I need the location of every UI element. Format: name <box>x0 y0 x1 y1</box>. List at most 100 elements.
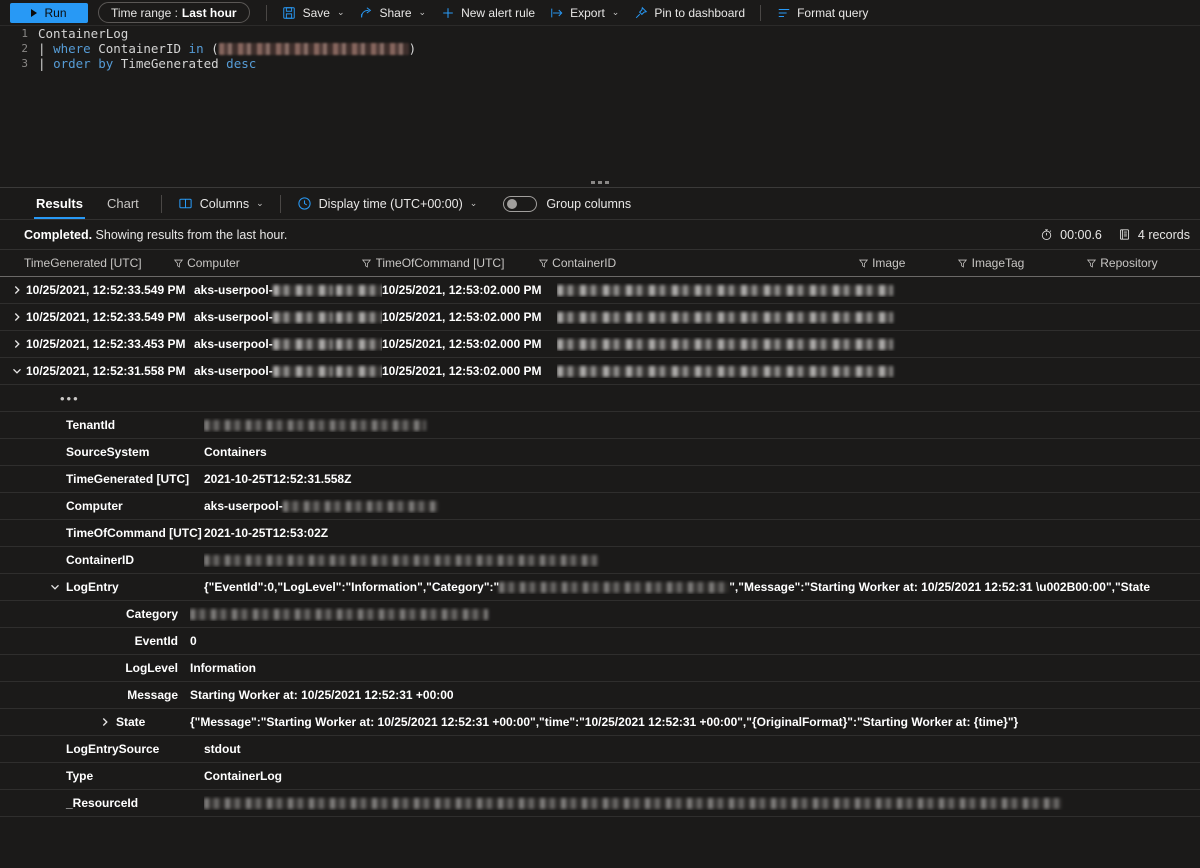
column-header[interactable]: Computer <box>187 250 357 277</box>
panel-splitter[interactable] <box>0 178 1200 188</box>
query-line[interactable]: 1ContainerLog <box>0 26 1200 41</box>
export-label: Export <box>570 6 605 20</box>
format-query-label: Format query <box>797 6 868 20</box>
save-button[interactable]: Save ⌄ <box>275 2 352 24</box>
detail-field-name: _ResourceId <box>66 796 196 810</box>
column-header[interactable]: ImageTag <box>972 250 1083 277</box>
columns-button[interactable]: Columns ⌄ <box>172 192 270 216</box>
pin-to-dashboard-button[interactable]: Pin to dashboard <box>626 2 752 24</box>
column-filter-icon[interactable] <box>954 258 972 269</box>
column-header-label: Image <box>872 256 905 270</box>
line-number: 2 <box>0 41 38 56</box>
time-range-picker[interactable]: Time range : Last hour <box>98 2 250 23</box>
detail-field-value <box>204 553 1200 567</box>
splitter-grip-icon <box>591 181 609 184</box>
row-collapse-chevron-down-icon[interactable] <box>8 366 26 376</box>
redacted-value <box>190 609 488 620</box>
group-columns-toggle[interactable] <box>503 196 537 212</box>
row-expand-chevron-right-icon[interactable] <box>8 312 26 322</box>
cell-container-id <box>557 364 897 378</box>
redacted-value <box>336 339 382 350</box>
detail-row[interactable]: State{"Message":"Starting Worker at: 10/… <box>0 709 1200 736</box>
cell-time-generated: 10/25/2021, 12:52:33.453 PM <box>26 337 194 351</box>
detail-field-value: Containers <box>204 445 1200 459</box>
column-filter-icon[interactable] <box>358 258 376 269</box>
redacted-value <box>273 312 333 323</box>
query-line[interactable]: 3| order by TimeGenerated desc <box>0 56 1200 71</box>
export-button[interactable]: Export ⌄ <box>542 2 626 24</box>
detail-field-value: 2021-10-25T12:53:02Z <box>204 526 1200 540</box>
query-token: ) <box>409 41 417 56</box>
export-chevron-down-icon[interactable]: ⌄ <box>612 7 620 18</box>
column-header[interactable]: Image <box>872 250 954 277</box>
query-token: in <box>189 41 204 56</box>
query-editor[interactable]: 1ContainerLog2| where ContainerID in ()3… <box>0 26 1200 178</box>
save-chevron-down-icon[interactable]: ⌄ <box>337 7 345 18</box>
detail-field-value: ContainerLog <box>204 769 1200 783</box>
status-metrics: 00:00.6 4 records <box>1040 228 1190 242</box>
detail-row: ContainerID <box>0 547 1200 574</box>
detail-field-name: LogEntry <box>66 580 196 594</box>
column-header[interactable]: Repository <box>1100 250 1200 277</box>
column-header[interactable]: TimeOfCommand [UTC] <box>376 250 535 277</box>
results-toolbar: Results Chart Columns ⌄ Display time (UT… <box>0 188 1200 220</box>
query-token: order by <box>53 56 113 71</box>
detail-field-value: stdout <box>204 742 1200 756</box>
table-row[interactable]: 10/25/2021, 12:52:31.558 PMaks-userpool-… <box>0 358 1200 385</box>
query-line-text: | order by TimeGenerated desc <box>38 56 256 71</box>
share-button[interactable]: Share ⌄ <box>352 2 434 24</box>
tab-results-label: Results <box>36 196 83 211</box>
redacted-value <box>336 285 382 296</box>
detail-field-value: {"EventId":0,"LogLevel":"Information","C… <box>204 580 1200 594</box>
share-chevron-down-icon[interactable]: ⌄ <box>419 7 427 18</box>
detail-row-log-entry[interactable]: LogEntry {"EventId":0,"LogLevel":"Informa… <box>0 574 1200 601</box>
detail-field-name: State <box>116 715 178 729</box>
computer-prefix: aks-userpool- <box>194 364 273 378</box>
query-token: | <box>38 56 53 71</box>
detail-field-name: TimeGenerated [UTC] <box>66 472 196 486</box>
column-header-label: ContainerID <box>552 256 616 270</box>
table-row[interactable]: 10/25/2021, 12:52:33.549 PMaks-userpool-… <box>0 304 1200 331</box>
record-count-value: 4 records <box>1138 228 1190 242</box>
cell-time-generated: 10/25/2021, 12:52:33.549 PM <box>26 310 194 324</box>
display-time-button[interactable]: Display time (UTC+00:00) ⌄ <box>291 192 484 216</box>
column-filter-icon[interactable] <box>854 258 872 269</box>
detail-row: Message Starting Worker at: 10/25/2021 12… <box>0 682 1200 709</box>
column-header[interactable]: ContainerID <box>552 250 854 277</box>
tab-chart-label: Chart <box>107 196 139 211</box>
table-row[interactable]: 10/25/2021, 12:52:33.453 PMaks-userpool-… <box>0 331 1200 358</box>
results-grid: TimeGenerated [UTC] Computer TimeOfCommand… <box>0 250 1200 385</box>
detail-more-options[interactable]: ••• <box>0 385 1200 412</box>
new-alert-rule-button[interactable]: New alert rule <box>433 2 542 24</box>
detail-collapse-chevron-down-icon[interactable] <box>44 582 66 592</box>
tab-results[interactable]: Results <box>24 188 95 219</box>
detail-expand-chevron-right-icon[interactable] <box>94 717 116 727</box>
run-button[interactable]: Run <box>10 3 88 23</box>
column-filter-icon[interactable] <box>1082 258 1100 269</box>
columns-label: Columns <box>200 197 249 211</box>
redacted-value <box>499 582 729 593</box>
query-line[interactable]: 2| where ContainerID in () <box>0 41 1200 56</box>
detail-field-value: Starting Worker at: 10/25/2021 12:52:31 … <box>190 688 1200 702</box>
group-columns-control[interactable]: Group columns <box>503 196 631 212</box>
computer-prefix: aks-userpool- <box>194 337 273 351</box>
column-header-label: Computer <box>187 256 240 270</box>
detail-field-name: Message <box>116 688 178 702</box>
detail-row: TenantId <box>0 412 1200 439</box>
format-query-button[interactable]: Format query <box>769 2 875 24</box>
query-line-text: ContainerLog <box>38 26 128 41</box>
detail-field-value: aks-userpool- <box>204 499 1200 513</box>
display-time-chevron-down-icon[interactable]: ⌄ <box>470 198 478 209</box>
query-token: | <box>38 41 53 56</box>
detail-row: TimeOfCommand [UTC]2021-10-25T12:53:02Z <box>0 520 1200 547</box>
column-filter-icon[interactable] <box>169 258 187 269</box>
toggle-knob <box>507 199 517 209</box>
column-header[interactable]: TimeGenerated [UTC] <box>24 250 169 277</box>
columns-chevron-down-icon[interactable]: ⌄ <box>256 198 264 209</box>
line-number: 3 <box>0 56 38 71</box>
column-filter-icon[interactable] <box>534 258 552 269</box>
tab-chart[interactable]: Chart <box>95 188 151 219</box>
table-row[interactable]: 10/25/2021, 12:52:33.549 PMaks-userpool-… <box>0 277 1200 304</box>
row-expand-chevron-right-icon[interactable] <box>8 285 26 295</box>
row-expand-chevron-right-icon[interactable] <box>8 339 26 349</box>
